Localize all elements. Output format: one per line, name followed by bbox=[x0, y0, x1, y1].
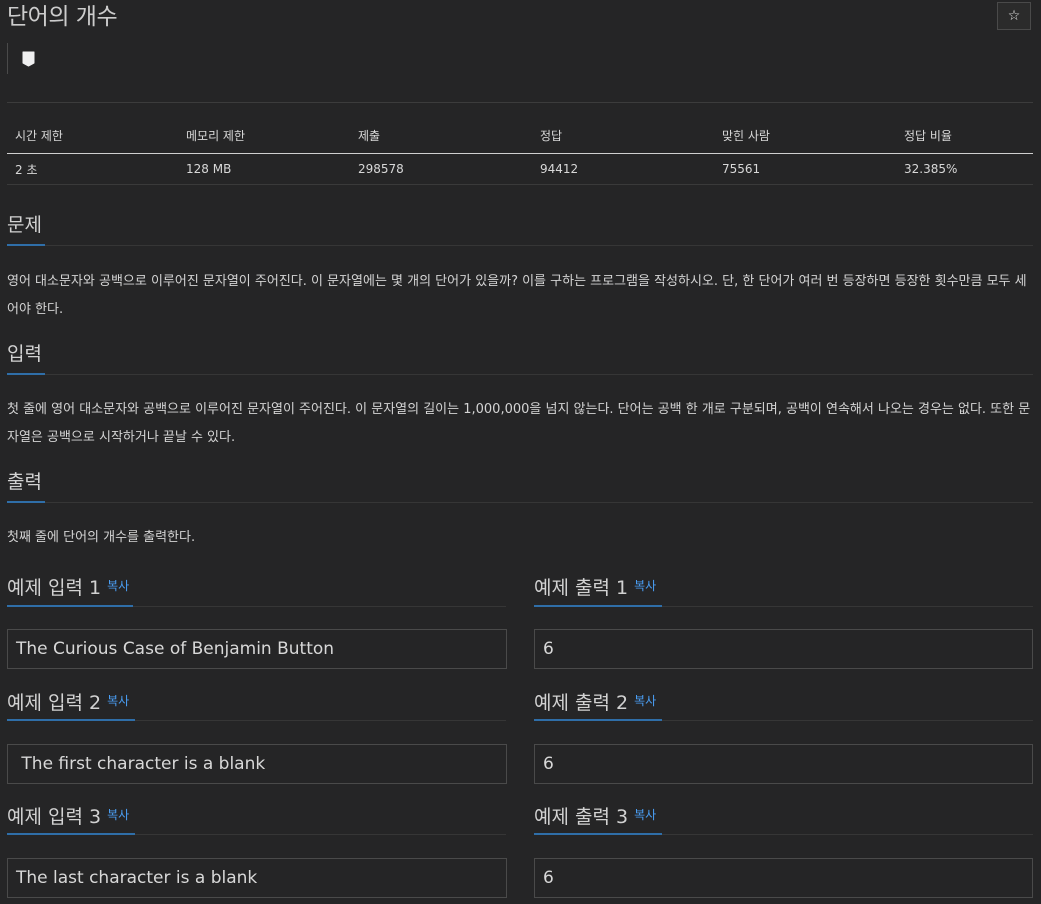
sample-input-title: 예제 입력 2 bbox=[7, 692, 102, 714]
accept-ratio-value: 32.385% bbox=[896, 153, 1033, 185]
header-memory-limit: 메모리 제한 bbox=[178, 118, 350, 154]
sample-output-heading-3: 예제 출력 3 복사 bbox=[534, 802, 656, 830]
header-accept-ratio: 정답 비율 bbox=[896, 118, 1033, 154]
description-text: 영어 대소문자와 공백으로 이루어진 문자열이 주어진다. 이 문자열에는 몇 … bbox=[7, 274, 1027, 317]
sample-output-title: 예제 출력 3 bbox=[534, 806, 629, 828]
solved-users-value: 75561 bbox=[714, 153, 896, 185]
accepted-value: 94412 bbox=[532, 153, 714, 185]
sample-output-box-1[interactable]: 6 bbox=[534, 629, 1033, 669]
copy-button[interactable]: 복사 bbox=[107, 579, 129, 593]
section-divider bbox=[7, 502, 1033, 503]
input-text: 첫 줄에 영어 대소문자와 공백으로 이루어진 문자열이 주어진다. 이 문자열… bbox=[7, 402, 1031, 445]
section-underline bbox=[7, 719, 135, 721]
table-header-row: 시간 제한 메모리 제한 제출 정답 맞힌 사람 정답 비율 bbox=[7, 118, 1033, 154]
copy-button[interactable]: 복사 bbox=[634, 808, 656, 822]
section-underline bbox=[7, 501, 45, 503]
header-submissions: 제출 bbox=[350, 118, 532, 154]
section-divider bbox=[7, 374, 1033, 375]
sample-input-box-3[interactable]: The last character is a blank bbox=[7, 858, 507, 898]
sample-output-box-2[interactable]: 6 bbox=[534, 744, 1033, 784]
copy-button[interactable]: 복사 bbox=[634, 579, 656, 593]
header-time-limit: 시간 제한 bbox=[7, 118, 178, 154]
bookmark-icon[interactable] bbox=[22, 51, 35, 67]
section-divider bbox=[7, 245, 1033, 246]
output-text: 첫째 줄에 단어의 개수를 출력한다. bbox=[7, 530, 196, 545]
page-title: 단어의 개수 bbox=[7, 4, 118, 30]
section-underline bbox=[534, 833, 662, 835]
header-solved-users: 맞힌 사람 bbox=[714, 118, 896, 154]
description-heading: 문제 bbox=[7, 214, 42, 236]
section-underline bbox=[7, 244, 45, 246]
sample-output-title: 예제 출력 2 bbox=[534, 692, 629, 714]
sample-input-heading-2: 예제 입력 2 복사 bbox=[7, 688, 129, 716]
copy-button[interactable]: 복사 bbox=[107, 694, 129, 708]
sample-output-heading-2: 예제 출력 2 복사 bbox=[534, 688, 656, 716]
section-underline bbox=[7, 833, 135, 835]
memory-limit-value: 128 MB bbox=[178, 153, 350, 185]
sample-output-box-3[interactable]: 6 bbox=[534, 858, 1033, 898]
table-row: 2 초 128 MB 298578 94412 75561 32.385% bbox=[7, 153, 1033, 185]
output-heading: 출력 bbox=[7, 471, 42, 493]
input-heading: 입력 bbox=[7, 343, 42, 365]
divider bbox=[7, 102, 1033, 103]
copy-button[interactable]: 복사 bbox=[107, 808, 129, 822]
section-underline bbox=[7, 605, 133, 607]
sample-input-box-1[interactable]: The Curious Case of Benjamin Button bbox=[7, 629, 507, 669]
sample-output-heading-1: 예제 출력 1 복사 bbox=[534, 573, 656, 601]
star-icon: ☆ bbox=[1007, 8, 1021, 24]
copy-button[interactable]: 복사 bbox=[634, 694, 656, 708]
section-underline bbox=[534, 605, 662, 607]
header-accepted: 정답 bbox=[532, 118, 714, 154]
favorite-button[interactable]: ☆ bbox=[997, 2, 1031, 30]
section-underline bbox=[534, 719, 662, 721]
sample-output-title: 예제 출력 1 bbox=[534, 577, 629, 599]
problem-page: 단어의 개수 ☆ 시간 제한 메모리 제한 제출 정답 맞힌 사람 정답 비율 … bbox=[0, 0, 1041, 904]
time-limit-value: 2 초 bbox=[7, 153, 178, 185]
sample-input-heading-3: 예제 입력 3 복사 bbox=[7, 802, 129, 830]
problem-info-table: 시간 제한 메모리 제한 제출 정답 맞힌 사람 정답 비율 2 초 128 M… bbox=[7, 118, 1033, 185]
submissions-value: 298578 bbox=[350, 153, 532, 185]
sample-input-title: 예제 입력 3 bbox=[7, 806, 102, 828]
section-underline bbox=[7, 373, 45, 375]
sample-input-heading-1: 예제 입력 1 복사 bbox=[7, 573, 129, 601]
sample-input-box-2[interactable]: The first character is a blank bbox=[7, 744, 507, 784]
label-divider bbox=[7, 43, 8, 74]
sample-input-title: 예제 입력 1 bbox=[7, 577, 102, 599]
